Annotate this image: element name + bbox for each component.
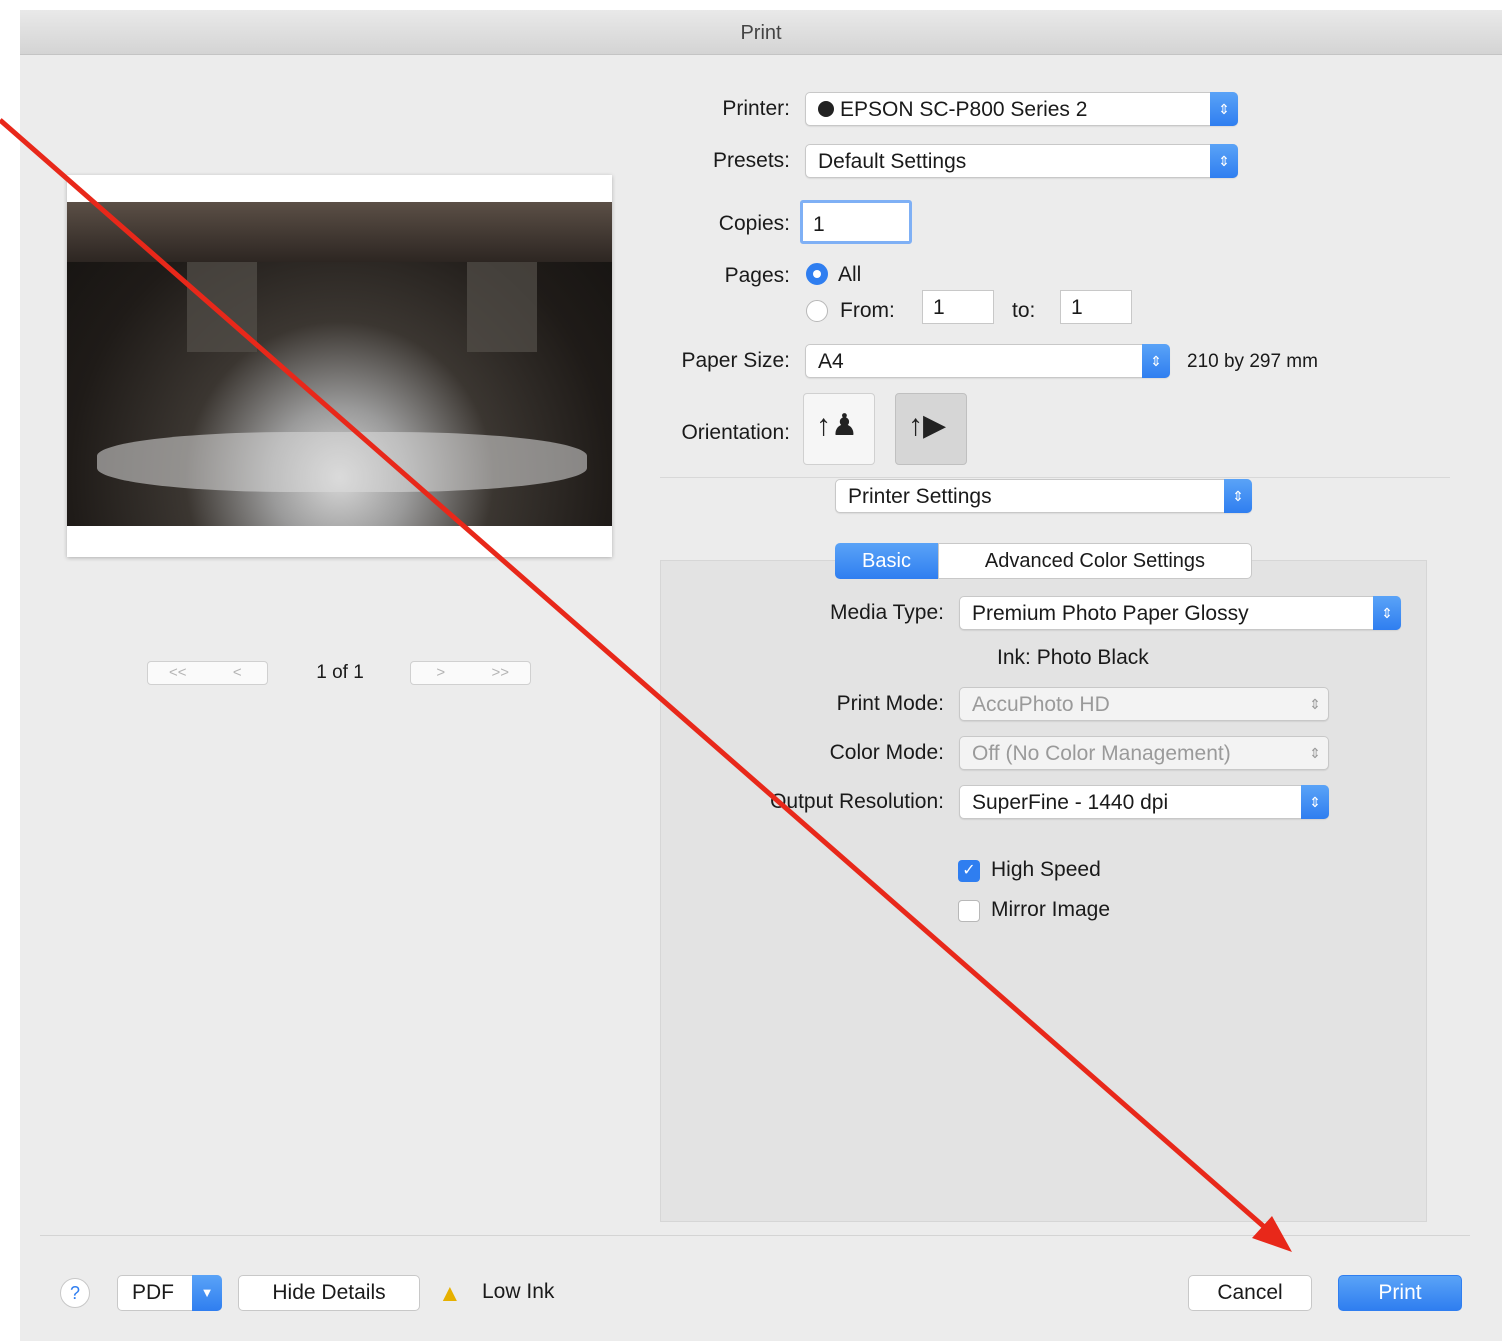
annotation-arrow	[0, 118, 1292, 1252]
